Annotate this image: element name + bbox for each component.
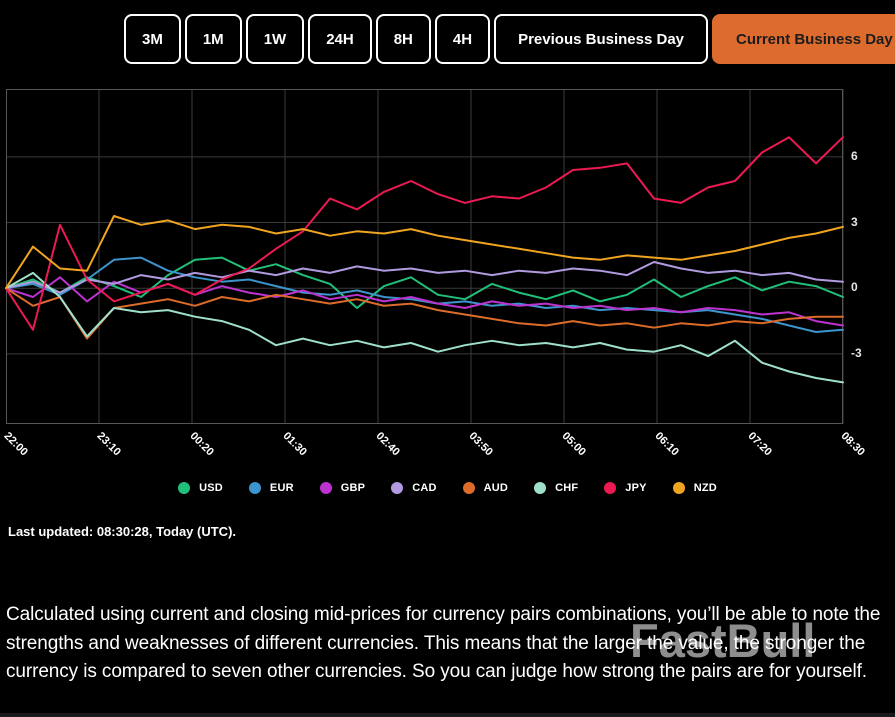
- timeframe-button-8h[interactable]: 8H: [375, 14, 431, 64]
- plot-border: [6, 89, 843, 424]
- x-axis-label: 23:10: [94, 430, 123, 459]
- legend-item-chf[interactable]: CHF: [534, 482, 578, 494]
- chart-legend: USD EUR GBP CAD AUD CHF JPY NZD: [0, 482, 895, 494]
- x-axis-label: 07:20: [745, 430, 774, 459]
- currency-strength-page: 3M 1M 1W 24H 8H 4H Previous Business Day Curren…: [0, 0, 895, 717]
- legend-label: CHF: [555, 482, 579, 494]
- timeframe-toolbar: 3M 1M 1W 24H 8H 4H Previous Business Day Curren…: [124, 14, 895, 64]
- legend-item-gbp[interactable]: GBP: [319, 482, 366, 494]
- legend-dot-chf: [534, 482, 547, 494]
- legend-label: AUD: [483, 482, 509, 494]
- timeframe-button-24h[interactable]: 24H: [308, 14, 372, 64]
- x-axis-label: 03:50: [466, 430, 495, 459]
- bottom-divider: [0, 713, 895, 717]
- legend-dot-nzd: [672, 482, 685, 494]
- legend-label: CAD: [412, 482, 437, 494]
- timeframe-button-3m[interactable]: 3M: [124, 14, 181, 64]
- legend-dot-aud: [462, 482, 475, 494]
- last-updated-text: Last updated: 08:30:28, Today (UTC).: [8, 524, 237, 539]
- timeframe-button-current-business-day[interactable]: Current Business Day: [712, 14, 895, 64]
- description-text: Calculated using current and closing mid…: [6, 604, 881, 682]
- legend-item-jpy[interactable]: JPY: [604, 482, 646, 494]
- timeframe-button-1w[interactable]: 1W: [245, 14, 305, 64]
- legend-label: GBP: [340, 482, 366, 494]
- x-axis-label: 01:30: [280, 430, 309, 459]
- timeframe-button-4h[interactable]: 4H: [434, 14, 491, 64]
- x-axis-label: 00:20: [187, 430, 216, 459]
- legend-dot-cad: [391, 482, 404, 494]
- x-axis-label: 05:00: [559, 430, 588, 459]
- legend-dot-eur: [248, 482, 261, 494]
- y-axis-label: -3: [851, 345, 862, 360]
- legend-label: EUR: [269, 482, 294, 494]
- x-axis-label: 08:30: [838, 430, 867, 459]
- legend-item-eur[interactable]: EUR: [248, 482, 294, 494]
- timeframe-button-previous-business-day[interactable]: Previous Business Day: [494, 14, 709, 64]
- legend-dot-usd: [178, 482, 191, 494]
- y-axis-label: 0: [851, 280, 858, 295]
- legend-item-cad[interactable]: CAD: [391, 482, 436, 494]
- legend-item-nzd[interactable]: NZD: [672, 482, 717, 494]
- legend-dot-jpy: [604, 482, 617, 494]
- currency-strength-chart: [5, 89, 844, 424]
- x-axis-label: 02:40: [373, 430, 402, 459]
- legend-item-aud[interactable]: AUD: [462, 482, 509, 494]
- x-axis-label: 06:10: [652, 430, 681, 459]
- timeframe-button-1m[interactable]: 1M: [184, 14, 242, 64]
- legend-dot-gbp: [319, 482, 332, 494]
- x-axis-label: 22:00: [1, 430, 30, 459]
- y-axis-label: 3: [851, 214, 858, 229]
- legend-label: USD: [199, 482, 223, 494]
- legend-label: JPY: [625, 482, 647, 494]
- y-axis-label: 6: [851, 148, 858, 163]
- legend-item-usd[interactable]: USD: [178, 482, 223, 494]
- legend-label: NZD: [693, 482, 717, 494]
